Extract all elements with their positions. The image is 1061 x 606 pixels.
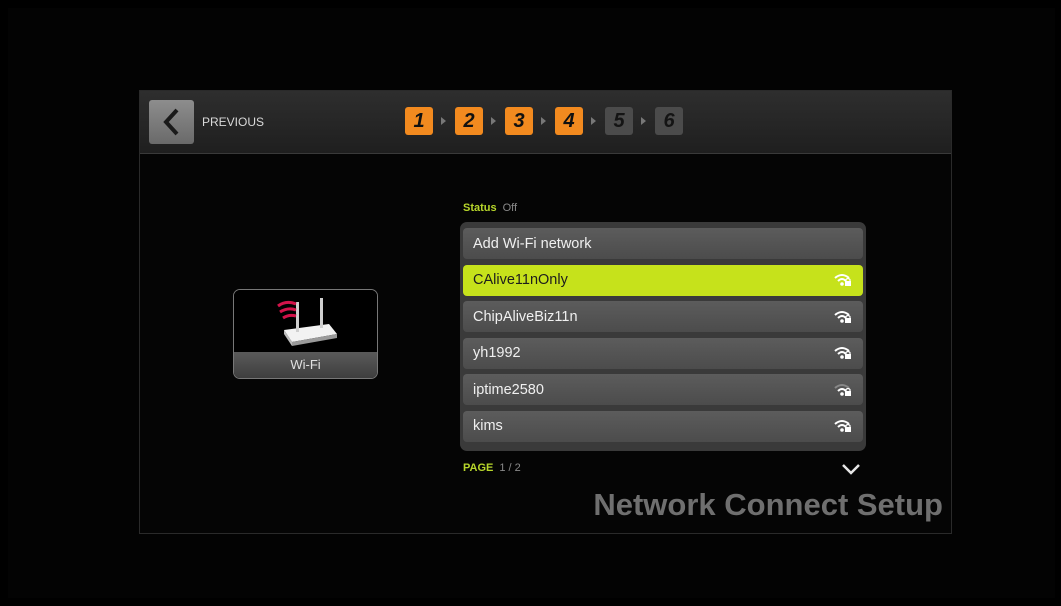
step-5: 5 [605, 107, 633, 135]
step-3: 3 [505, 107, 533, 135]
network-item-kims[interactable]: kims [463, 410, 863, 442]
network-name: iptime2580 [473, 381, 544, 398]
network-name: kims [473, 418, 503, 434]
network-name: ChipAliveBiz11n [473, 308, 578, 325]
status-key: Status [463, 202, 497, 214]
chevron-down-icon [842, 464, 860, 475]
secured-wifi-icon [833, 418, 853, 434]
add-wifi-network-item[interactable]: Add Wi-Fi network [463, 228, 863, 259]
step-1: 1 [405, 107, 433, 135]
wifi-card-label: Wi-Fi [234, 352, 377, 378]
step-2: 2 [455, 107, 483, 135]
status-value: Off [502, 202, 518, 214]
setup-panel: PREVIOUS 1 2 3 4 5 6 Wi-Fi Status Off Ad… [139, 90, 952, 534]
chevron-left-icon [162, 108, 178, 136]
secured-wifi-icon [833, 382, 853, 398]
previous-label: PREVIOUS [202, 115, 265, 129]
secured-wifi-icon [833, 309, 853, 325]
network-name: Add Wi-Fi network [473, 235, 592, 252]
pagination: PAGE 1 / 2 [463, 462, 521, 474]
step-arrow-icon [633, 107, 655, 135]
previous-button[interactable] [149, 100, 194, 144]
wifi-status: Status Off [463, 202, 517, 214]
tv-screen: PREVIOUS 1 2 3 4 5 6 Wi-Fi Status Off Ad… [8, 8, 1055, 598]
step-arrow-icon [583, 107, 605, 135]
next-page-button[interactable] [840, 461, 862, 477]
step-arrow-icon [533, 107, 555, 135]
secured-wifi-icon [833, 272, 853, 288]
step-indicator: 1 2 3 4 5 6 [405, 107, 683, 135]
step-4: 4 [555, 107, 583, 135]
wifi-router-icon [234, 290, 377, 353]
network-list: Add Wi-Fi network CAlive11nOnly ChipAliv… [460, 222, 866, 451]
step-arrow-icon [433, 107, 455, 135]
top-bar: PREVIOUS 1 2 3 4 5 6 [140, 91, 951, 154]
network-item-yh1992[interactable]: yh1992 [463, 337, 863, 369]
network-item-calive11nonly[interactable]: CAlive11nOnly [463, 264, 863, 296]
network-name: CAlive11nOnly [473, 272, 568, 288]
page-value: 1 / 2 [499, 462, 521, 474]
network-name: yh1992 [473, 345, 521, 361]
wifi-device-card: Wi-Fi [233, 289, 378, 379]
network-item-iptime2580[interactable]: iptime2580 [463, 374, 863, 405]
network-item-chipalivebiz11n[interactable]: ChipAliveBiz11n [463, 301, 863, 332]
step-arrow-icon [483, 107, 505, 135]
page-title: Network Connect Setup [593, 487, 943, 522]
page-key: PAGE [463, 462, 494, 474]
step-6: 6 [655, 107, 683, 135]
secured-wifi-icon [833, 345, 853, 361]
